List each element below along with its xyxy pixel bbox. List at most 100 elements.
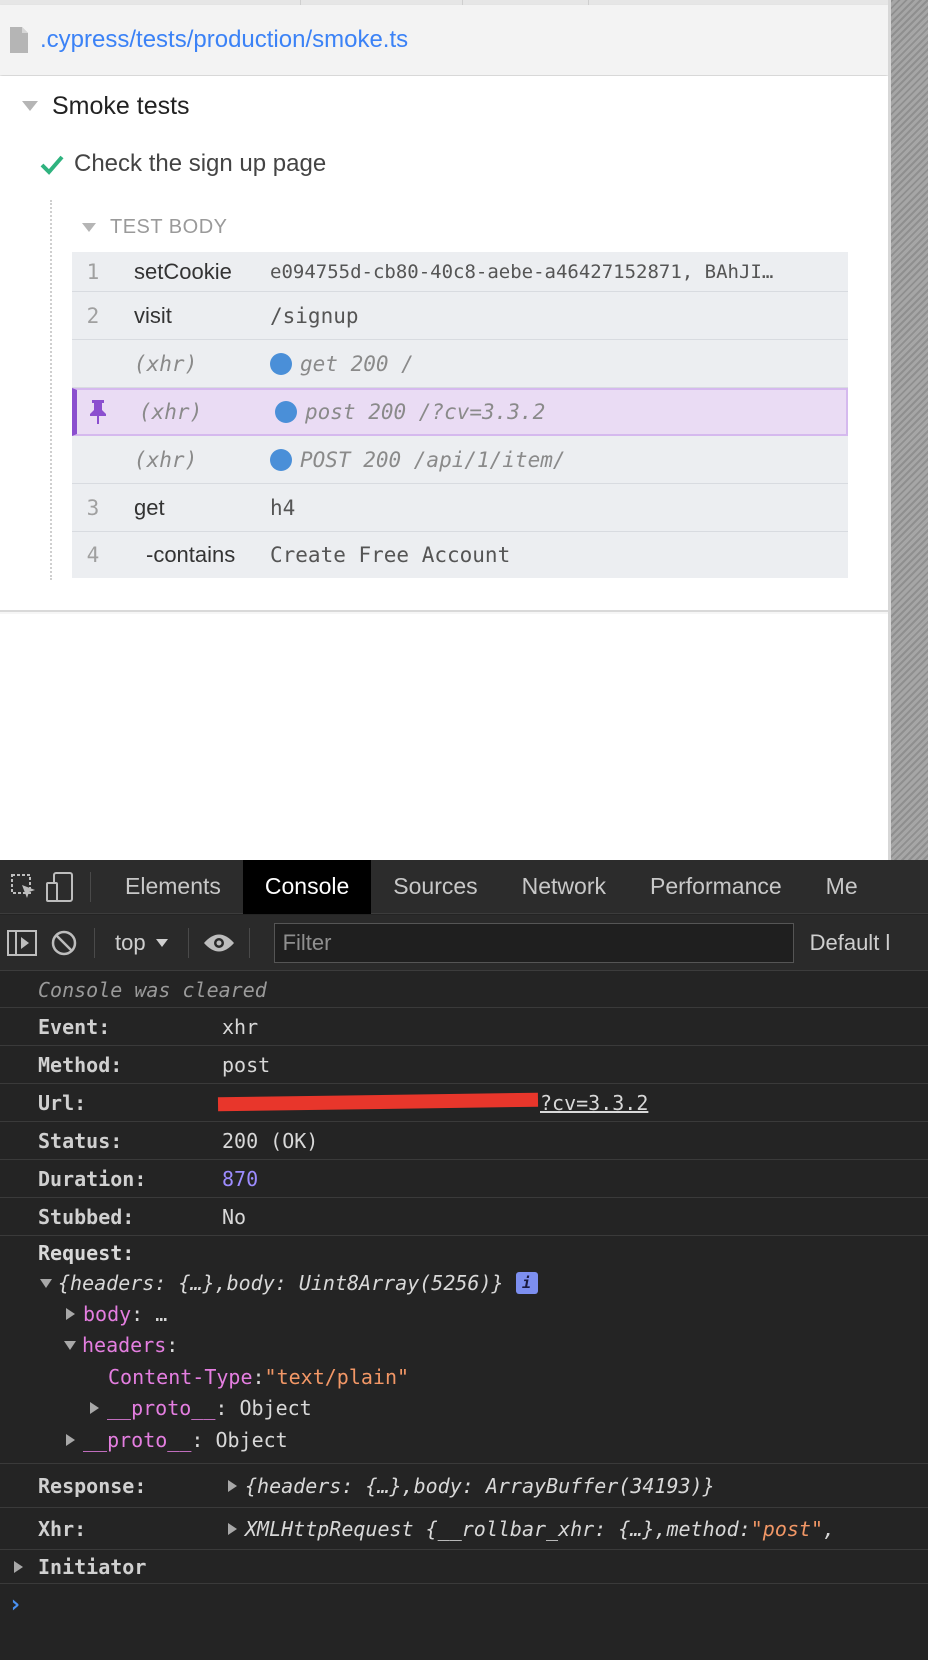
redaction-mark [217, 1092, 539, 1112]
expand-triangle-icon[interactable] [228, 1479, 237, 1492]
console-row-method: Method: post [0, 1046, 928, 1084]
response-object[interactable]: {headers: {…}, body: ArrayBuffer(34193)} [228, 1474, 715, 1498]
devtools-tabbar: Elements Console Sources Network Perform… [0, 859, 928, 914]
console-row-status: Status: 200 (OK) [0, 1122, 928, 1160]
command-log: 1 setCookie e094755d-cb80-40c8-aebe-a464… [72, 252, 848, 578]
tree-node-headers[interactable]: headers: [64, 1330, 178, 1360]
command-row[interactable]: 3 get h4 [72, 484, 848, 532]
command-message: h4 [270, 495, 296, 520]
command-number: 3 [86, 495, 100, 520]
xhr-dot-icon [270, 448, 292, 471]
dropdown-arrow-icon [155, 938, 168, 947]
value: No [222, 1204, 247, 1229]
toolbar-divider [187, 927, 189, 958]
prompt-chevron-icon: › [8, 1590, 23, 1618]
url-link[interactable]: ?cv=3.3.2 [540, 1091, 648, 1115]
expand-triangle-icon[interactable] [228, 1522, 237, 1535]
command-name: get [134, 494, 165, 520]
value: xhr [222, 1014, 259, 1039]
tree-node-proto[interactable]: __proto__: Object [90, 1393, 312, 1423]
console-toolbar: top Filter Default l [0, 915, 928, 971]
spec-file-header: .cypress/tests/production/smoke.ts [0, 5, 888, 75]
device-toolbar-icon[interactable] [42, 869, 78, 905]
pin-icon[interactable] [77, 400, 119, 424]
command-row[interactable]: 1 setCookie e094755d-cb80-40c8-aebe-a464… [72, 252, 848, 292]
cypress-reporter: .cypress/tests/production/smoke.ts Smoke… [0, 0, 888, 860]
key-label: Initiator [38, 1554, 147, 1579]
key-label: Url: [38, 1090, 87, 1115]
key-label: Xhr: [38, 1516, 87, 1541]
test-body-label: TEST BODY [110, 215, 228, 238]
expand-triangle-icon[interactable] [90, 1402, 99, 1414]
command-message: Create Free Account [270, 543, 511, 567]
request-object[interactable]: {headers: {…}, body: Uint8Array(5256)} i [40, 1268, 538, 1298]
spec-file-link[interactable]: .cypress/tests/production/smoke.ts [40, 26, 408, 54]
command-message: post 200 /?cv=3.3.2 [275, 400, 835, 424]
xhr-message: get 200 / [300, 351, 414, 376]
xhr-message: post 200 /?cv=3.3.2 [305, 400, 546, 424]
command-name: visit [134, 302, 172, 328]
tree-node-body[interactable]: body: … [66, 1299, 167, 1329]
key-label: Stubbed: [38, 1204, 135, 1229]
command-number: 1 [86, 259, 100, 284]
test-title: Check the sign up page [74, 150, 327, 177]
key-label: Request: [38, 1241, 135, 1265]
inspect-element-icon[interactable] [6, 869, 42, 905]
command-number: 4 [86, 543, 100, 567]
test-body-header[interactable]: TEST BODY [82, 210, 228, 244]
suite-header[interactable]: Smoke tests [22, 86, 190, 126]
console-row-event: Event: xhr [0, 1008, 928, 1046]
tab-memory[interactable]: Me [804, 860, 858, 914]
command-name: (xhr) [139, 400, 203, 424]
expand-triangle-icon[interactable] [64, 1340, 76, 1350]
live-expression-eye-icon[interactable] [201, 925, 237, 961]
xhr-command-row[interactable]: (xhr) POST 200 /api/1/item/ [72, 436, 848, 484]
context-label: top [115, 929, 146, 955]
xhr-command-row[interactable]: (xhr) get 200 / [72, 340, 848, 388]
command-number: 2 [86, 303, 100, 328]
info-icon[interactable]: i [515, 1272, 538, 1294]
tab-sources[interactable]: Sources [371, 860, 499, 914]
log-levels-dropdown[interactable]: Default l [810, 930, 891, 956]
console-row-xhr: Xhr: XMLHttpRequest {__rollbar_xhr: {…},… [0, 1508, 928, 1550]
tab-network[interactable]: Network [500, 860, 628, 914]
xhr-message: POST 200 /api/1/item/ [300, 447, 566, 472]
tree-node-proto[interactable]: __proto__: Object [66, 1425, 288, 1455]
command-message: POST 200 /api/1/item/ [270, 448, 830, 472]
suite-title: Smoke tests [52, 91, 190, 120]
xhr-command-row-pinned[interactable]: (xhr) post 200 /?cv=3.3.2 [72, 388, 848, 436]
key-label: Status: [38, 1128, 123, 1153]
tab-performance[interactable]: Performance [628, 860, 804, 914]
expand-triangle-icon[interactable] [14, 1560, 23, 1573]
context-selector[interactable]: top [115, 930, 168, 956]
console-row-duration: Duration: 870 [0, 1160, 928, 1198]
collapse-caret-icon[interactable] [82, 222, 96, 232]
command-message: /signup [270, 303, 359, 328]
console-filter-input[interactable]: Filter [273, 922, 794, 963]
command-row[interactable]: 2 visit /signup [72, 292, 848, 340]
console-messages: Console was cleared Event: xhr Method: p… [0, 972, 928, 1624]
expand-triangle-icon[interactable] [66, 1308, 75, 1320]
xhr-dot-icon [275, 401, 297, 423]
xhr-object[interactable]: XMLHttpRequest {__rollbar_xhr: {…}, meth… [228, 1517, 835, 1541]
collapse-caret-icon[interactable] [22, 101, 38, 111]
console-row-response: Response: {headers: {…}, body: ArrayBuff… [0, 1464, 928, 1508]
console-row-initiator[interactable]: Initiator [0, 1550, 928, 1584]
clear-console-icon[interactable] [46, 925, 82, 961]
tree-node-content-type: Content-Type: "text/plain" [108, 1365, 410, 1389]
console-prompt[interactable]: › [0, 1584, 928, 1624]
show-sidebar-icon[interactable] [4, 925, 40, 961]
tab-elements[interactable]: Elements [103, 860, 243, 914]
aut-scrollbar[interactable] [888, 0, 928, 860]
command-name: -contains [146, 542, 236, 567]
test-header[interactable]: Check the sign up page [40, 144, 326, 184]
tab-console[interactable]: Console [242, 859, 372, 914]
console-cleared-message: Console was cleared [0, 972, 928, 1008]
xhr-dot-icon [270, 352, 292, 375]
expand-triangle-icon[interactable] [66, 1434, 75, 1446]
passed-check-icon [40, 155, 64, 175]
reporter-empty-area [0, 614, 888, 860]
value: 200 (OK) [222, 1128, 319, 1153]
expand-triangle-icon[interactable] [40, 1278, 52, 1288]
command-row[interactable]: 4 -contains Create Free Account [72, 532, 848, 578]
